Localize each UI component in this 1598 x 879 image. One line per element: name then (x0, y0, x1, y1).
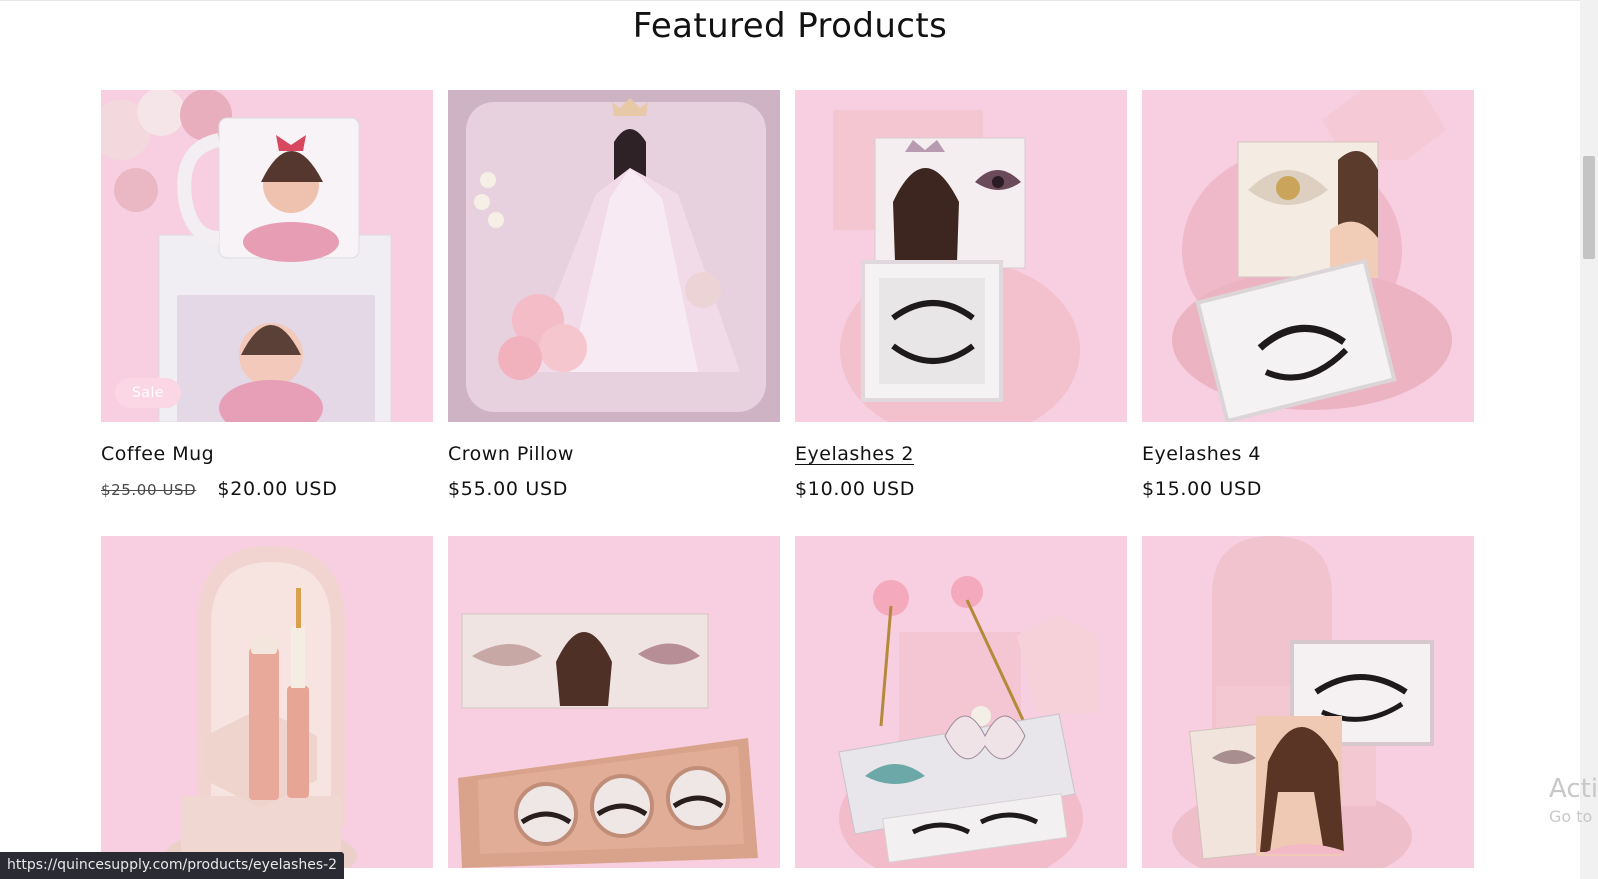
price: $55.00 USD (448, 478, 569, 500)
product-title[interactable]: Eyelashes 2 (795, 443, 914, 465)
product-image-butterfly-lash-bag[interactable] (795, 536, 1127, 868)
windows-activation-watermark: Activ Go to (1549, 774, 1598, 828)
page-scrollbar[interactable] (1580, 0, 1598, 879)
product-image-crown-pillow[interactable] (448, 90, 780, 422)
watermark-line-2: Go to (1549, 807, 1593, 826)
scrollbar-thumb[interactable] (1583, 156, 1595, 259)
eyelashes-4-illustration (1142, 90, 1474, 422)
price-row: $25.00 USD $20.00 USD (101, 478, 338, 500)
price-row: $55.00 USD (448, 478, 568, 500)
sale-badge: Sale (115, 378, 181, 408)
lash-serum-illustration (101, 536, 433, 868)
product-image-lash-trio-palette[interactable] (448, 536, 780, 868)
coffee-mug-illustration (101, 90, 433, 422)
page: Featured Products Sale Coffee Mug $25.00… (0, 0, 1580, 879)
product-image-eyelashes-4[interactable] (1142, 90, 1474, 422)
lash-book-stand-illustration (1142, 536, 1474, 868)
link-status-bar: https://quincesupply.com/products/eyelas… (0, 852, 345, 879)
price: $15.00 USD (1142, 478, 1263, 500)
lash-trio-palette-illustration (448, 536, 780, 868)
crown-pillow-illustration (448, 90, 780, 422)
product-title[interactable]: Coffee Mug (101, 443, 214, 465)
product-image-lash-book-stand[interactable] (1142, 536, 1474, 868)
product-image-coffee-mug[interactable]: Sale (101, 90, 433, 422)
product-image-lash-serum[interactable] (101, 536, 433, 868)
price-row: $15.00 USD (1142, 478, 1262, 500)
butterfly-lash-bag-illustration (795, 536, 1127, 868)
product-title[interactable]: Eyelashes 4 (1142, 443, 1261, 465)
compare-at-price: $25.00 USD (101, 481, 197, 499)
eyelashes-2-illustration (795, 90, 1127, 422)
top-divider (0, 0, 1580, 1)
price: $10.00 USD (795, 478, 916, 500)
section-title: Featured Products (632, 6, 948, 46)
product-image-eyelashes-2[interactable] (795, 90, 1127, 422)
price-row: $10.00 USD (795, 478, 915, 500)
sale-price: $20.00 USD (217, 478, 338, 500)
product-title[interactable]: Crown Pillow (448, 443, 574, 465)
watermark-line-1: Activ (1549, 774, 1598, 804)
